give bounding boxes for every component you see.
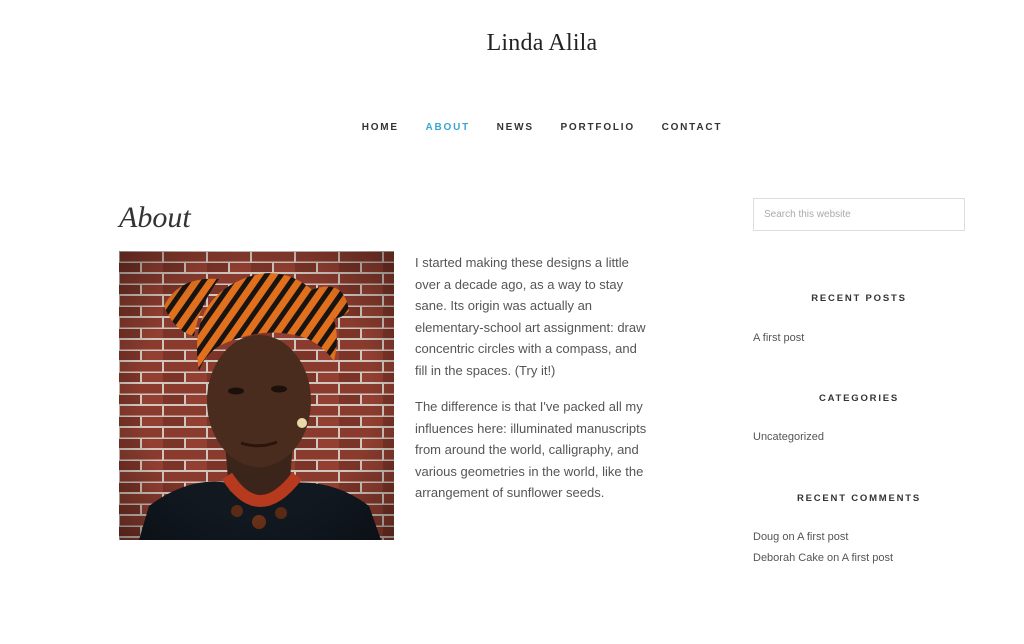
comment-author[interactable]: Doug bbox=[753, 531, 779, 543]
nav-item-about[interactable]: ABOUT bbox=[425, 122, 470, 133]
nav-item-portfolio[interactable]: PORTFOLIO bbox=[560, 122, 635, 133]
portrait-image bbox=[119, 251, 394, 540]
list-item: Uncategorized bbox=[753, 427, 965, 448]
comment-author[interactable]: Deborah Cake bbox=[753, 552, 824, 564]
page-title: About bbox=[119, 201, 191, 234]
nav-item-news[interactable]: NEWS bbox=[497, 122, 534, 133]
comment-connector: on bbox=[782, 531, 795, 543]
comment-connector: on bbox=[827, 552, 840, 564]
widget-title: RECENT POSTS bbox=[811, 293, 907, 304]
categories-widget: CATEGORIES Uncategorized bbox=[753, 393, 965, 448]
main-content: About I started making these designs a l… bbox=[119, 200, 649, 540]
site-title[interactable]: Linda Alila bbox=[0, 30, 1024, 57]
nav-item-home[interactable]: HOME bbox=[362, 122, 399, 133]
list-item: A first post bbox=[753, 328, 965, 349]
comment-post-link[interactable]: A first post bbox=[842, 552, 893, 564]
paragraph: The difference is that I've packed all m… bbox=[415, 399, 647, 500]
recent-comments-widget: RECENT COMMENTS Doug on A first post Deb… bbox=[753, 493, 965, 569]
comment-item: Deborah Cake on A first post bbox=[753, 548, 965, 569]
search-input[interactable] bbox=[753, 198, 965, 231]
widget-title: RECENT COMMENTS bbox=[796, 493, 922, 504]
nav-item-contact[interactable]: CONTACT bbox=[662, 122, 723, 133]
widget-title: CATEGORIES bbox=[818, 393, 900, 404]
comment-post-link[interactable]: A first post bbox=[797, 531, 848, 543]
comment-item: Doug on A first post bbox=[753, 527, 965, 548]
recent-posts-widget: RECENT POSTS A first post bbox=[753, 293, 965, 349]
category-link[interactable]: Uncategorized bbox=[753, 431, 824, 443]
entry-content: I started making these designs a little … bbox=[415, 252, 651, 519]
sidebar: RECENT POSTS A first post CATEGORIES Unc… bbox=[753, 198, 965, 564]
page: Linda Alila HOME ABOUT NEWS PORTFOLIO CO… bbox=[0, 0, 1024, 644]
recent-post-link[interactable]: A first post bbox=[753, 332, 804, 344]
paragraph: I started making these designs a little … bbox=[415, 255, 646, 378]
main-nav: HOME ABOUT NEWS PORTFOLIO CONTACT bbox=[0, 122, 1024, 133]
